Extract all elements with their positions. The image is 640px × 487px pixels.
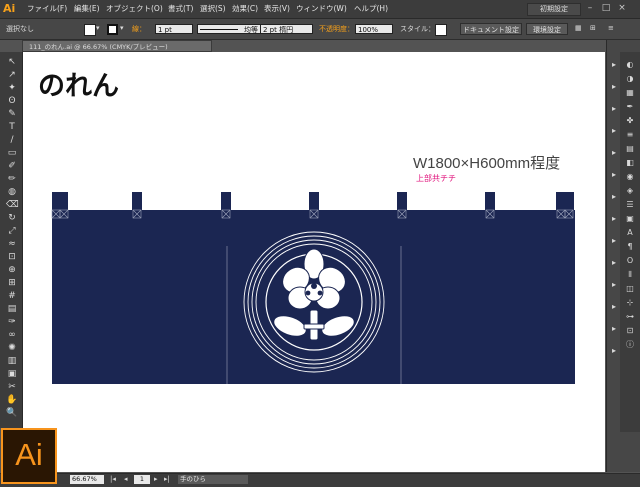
color-guide-icon[interactable]: ◑ [625,74,635,83]
gradient-panel-icon[interactable]: ▤ [625,144,635,153]
info-panel-icon[interactable]: ⓘ [625,340,635,349]
last-artboard-icon[interactable]: ▸| [164,475,170,483]
hanging-loops [52,192,574,210]
loop-5 [397,192,407,210]
loop-7 [556,192,574,210]
brushes-panel-icon[interactable]: ✒ [625,102,635,111]
panel-strip-grip-icon[interactable]: ▸ [609,60,619,69]
graphic-styles-panel-icon[interactable]: ◈ [625,186,635,195]
first-artboard-icon[interactable]: |◂ [110,475,116,483]
transform-panel-icon[interactable]: ⊹ [625,298,635,307]
loop-1 [52,192,68,210]
illustrator-logo-icon: Ai [1,428,57,484]
align-panel-icon[interactable]: ⫴ [625,270,635,279]
swatches-panel-icon[interactable]: ▦ [625,88,635,97]
panel-strip-grip-icon[interactable]: ▸ [609,346,619,355]
panel-strip-grip-icon[interactable]: ▸ [609,214,619,223]
noren-artwork[interactable] [0,0,640,486]
zoom-input[interactable]: 66.67% [70,475,104,484]
panel-strip-grip-icon[interactable]: ▸ [609,324,619,333]
links-panel-icon[interactable]: ⊶ [625,312,635,321]
pathfinder-panel-icon[interactable]: ◫ [625,284,635,293]
loop-6 [485,192,495,210]
panel-strip-grip-icon[interactable]: ▸ [609,302,619,311]
symbols-panel-icon[interactable]: ✤ [625,116,635,125]
panel-strip-grip-icon[interactable]: ▸ [609,82,619,91]
opentype-panel-icon[interactable]: O [625,256,635,265]
loop-3 [221,192,231,210]
stroke-panel-icon[interactable]: ≡ [625,130,635,139]
layers-panel-icon[interactable]: ☰ [625,200,635,209]
panel-strip-grip-icon[interactable]: ▸ [609,126,619,135]
prev-artboard-icon[interactable]: ◂ [124,475,128,483]
transparency-panel-icon[interactable]: ◧ [625,158,635,167]
panel-strip-grip-icon[interactable]: ▸ [609,148,619,157]
panel-strip-grip-icon[interactable]: ▸ [609,258,619,267]
panel-strip-grip-icon[interactable]: ▸ [609,170,619,179]
artboards-panel-icon[interactable]: ▣ [625,214,635,223]
loop-2 [132,192,142,210]
color-panel-icon[interactable]: ◐ [625,60,635,69]
paragraph-panel-icon[interactable]: ¶ [625,242,635,251]
character-panel-icon[interactable]: A [625,228,635,237]
navigator-panel-icon[interactable]: ⊡ [625,326,635,335]
panel-strip-grip-icon[interactable]: ▸ [609,280,619,289]
panel-strip-grip-icon[interactable]: ▸ [609,236,619,245]
appearance-panel-icon[interactable]: ◉ [625,172,635,181]
loop-4 [309,192,319,210]
current-tool-status[interactable]: 手のひら [178,475,248,484]
panel-strip-grip-icon[interactable]: ▸ [609,104,619,113]
page-input[interactable]: 1 [134,475,150,484]
panel-strip-grip-icon[interactable]: ▸ [609,192,619,201]
next-artboard-icon[interactable]: ▸ [154,475,158,483]
